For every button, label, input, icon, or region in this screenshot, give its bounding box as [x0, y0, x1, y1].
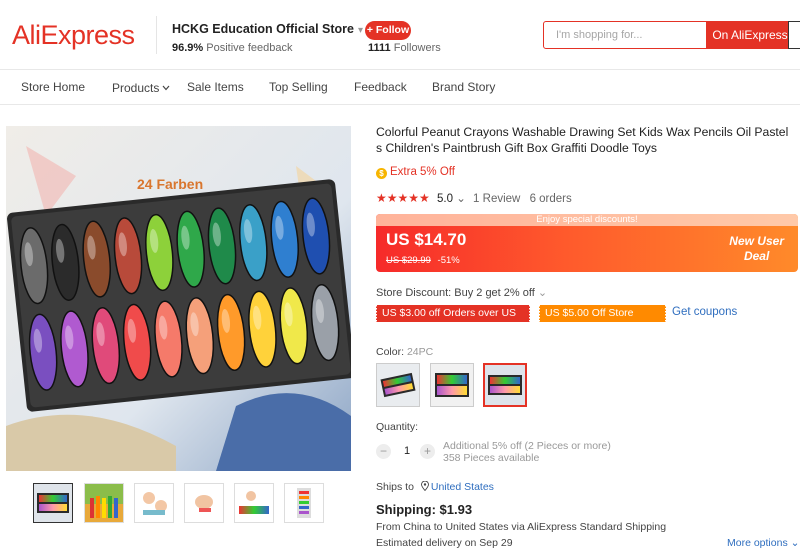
coin-icon: $ — [376, 168, 387, 179]
current-price: US $14.70 — [386, 230, 467, 249]
order-count: 6 orders — [529, 193, 572, 205]
header-divider — [156, 16, 157, 54]
search-button[interactable]: On AliExpress — [706, 22, 792, 48]
more-options-link[interactable]: More options ⌄ — [727, 537, 799, 549]
coupon-store[interactable]: US $5.00 Off Store Coupon — [539, 305, 666, 336]
thumbnail-2[interactable] — [84, 483, 124, 523]
thumbnail-1[interactable] — [33, 483, 73, 523]
review-count[interactable]: 1 Review — [473, 193, 520, 205]
ships-to-country[interactable]: United States — [431, 481, 494, 493]
color-swatch-24pc[interactable] — [483, 363, 527, 407]
chevron-down-icon: ⌄ — [537, 287, 548, 299]
nav-products[interactable]: Products — [112, 80, 170, 95]
quantity-increment-button[interactable]: + — [420, 444, 435, 459]
get-coupons-link[interactable]: Get coupons — [672, 306, 737, 318]
star-rating-icon: ★★★★★ — [376, 191, 430, 205]
extra-discount[interactable]: $ Extra 5% Off — [376, 166, 455, 179]
store-nav: Store Home Products Sale Items Top Selli… — [0, 70, 800, 105]
shipping-route: From China to United States via AliExpre… — [376, 521, 667, 533]
price-inner: US $14.70 US $29.99 -51% — [380, 228, 700, 270]
product-title: Colorful Peanut Crayons Washable Drawing… — [376, 125, 789, 155]
main-product-image[interactable]: 24 Farben — [6, 126, 351, 471]
chevron-down-icon — [162, 80, 170, 94]
follow-button[interactable]: + Follow — [365, 21, 411, 40]
quantity-label: Quantity: — [376, 421, 419, 433]
chevron-down-icon: ▾ — [357, 25, 363, 36]
thumbnail-4[interactable] — [184, 483, 224, 523]
site-header: AliExpress HCKG Education Official Store… — [0, 0, 800, 70]
new-user-deal: New User Deal — [729, 234, 784, 263]
nav-sale-items[interactable]: Sale Items — [187, 80, 244, 94]
quantity-input[interactable]: 1 — [400, 445, 414, 457]
image-caption: 24 Farben — [137, 176, 204, 192]
nav-store-home[interactable]: Store Home — [21, 80, 85, 94]
nav-top-selling[interactable]: Top Selling — [269, 80, 328, 94]
estimated-delivery: Estimated delivery on Sep 29 — [376, 537, 513, 549]
followers-count: 1111 Followers — [368, 42, 441, 54]
store-discount[interactable]: Store Discount: Buy 2 get 2% off ⌄ — [376, 286, 547, 299]
color-swatch-2[interactable] — [430, 363, 474, 407]
search-input[interactable] — [544, 22, 706, 48]
partial-button[interactable] — [788, 21, 800, 49]
nav-brand-story[interactable]: Brand Story — [432, 80, 495, 94]
chevron-down-icon: ⌄ — [790, 537, 800, 549]
thumbnail-6[interactable] — [284, 483, 324, 523]
color-swatch-1[interactable] — [376, 363, 420, 407]
thumbnail-3[interactable] — [134, 483, 174, 523]
chevron-down-icon: ⌄ — [456, 193, 466, 205]
price-banner: Enjoy special discounts! — [376, 214, 798, 226]
search-bar: On AliExpress — [543, 21, 793, 49]
store-name[interactable]: HCKG Education Official Store ▾ — [172, 22, 363, 36]
aliexpress-logo[interactable]: AliExpress — [12, 20, 135, 51]
ships-to: Ships to United States — [376, 480, 494, 493]
shipping-cost: Shipping: $1.93 — [376, 502, 473, 517]
quantity-note: Additional 5% off (2 Pieces or more) 358 … — [443, 440, 611, 464]
color-label: Color: 24PC — [376, 346, 434, 358]
rating-value[interactable]: 5.0 ⌄ — [437, 193, 466, 205]
quantity-decrement-button[interactable]: − — [376, 444, 391, 459]
thumbnail-5[interactable] — [234, 483, 274, 523]
nav-feedback[interactable]: Feedback — [354, 80, 407, 94]
coupon-orders-over[interactable]: US $3.00 off Orders over US $4.00 — [376, 305, 530, 336]
price-box: Enjoy special discounts! US $14.70 US $2… — [376, 214, 798, 272]
original-price: US $29.99 -51% — [386, 255, 460, 266]
store-feedback: 96.9% Positive feedback — [172, 42, 293, 54]
rating-row: ★★★★★ 5.0 ⌄ 1 Review 6 orders — [376, 191, 572, 205]
location-pin-icon — [417, 480, 431, 493]
